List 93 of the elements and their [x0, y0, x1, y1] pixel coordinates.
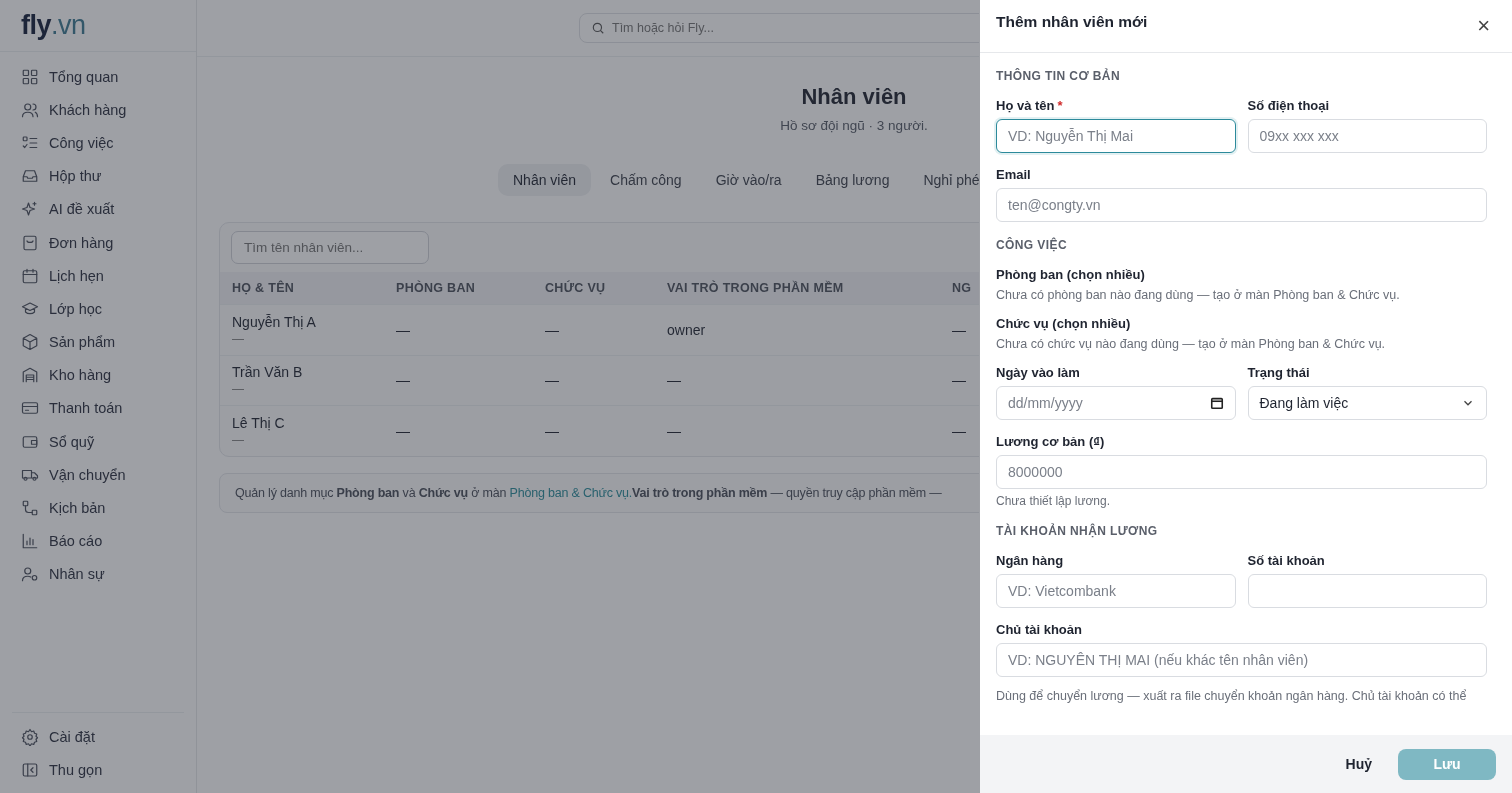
section-heading: CÔNG VIỆC: [996, 238, 1068, 252]
grid-icon: [21, 67, 39, 86]
sidebar-item[interactable]: Vận chuyển: [12, 458, 184, 492]
sidebar-item[interactable]: Đơn hàng: [12, 225, 184, 260]
sidebar-item[interactable]: Kịch bản: [12, 491, 184, 525]
tab[interactable]: Chấm công: [595, 164, 697, 196]
tab[interactable]: Giờ vào/ra: [700, 164, 797, 196]
table-cell: —: [396, 372, 410, 389]
sidebar-item[interactable]: Cài đặt: [12, 720, 184, 754]
tab[interactable]: Nghỉ phé: [908, 164, 979, 196]
sidebar-item[interactable]: Hộp thư: [12, 159, 184, 193]
employee-name: Nguyễn Thị A: [232, 313, 317, 330]
sidebar-item[interactable]: Kho hàng: [12, 358, 184, 392]
bar-chart-icon: [21, 532, 39, 551]
field-label: Số điện thoại: [1247, 98, 1331, 113]
table-cell: —: [952, 422, 966, 439]
users-icon: [21, 100, 39, 119]
table-cell: —: [545, 321, 559, 338]
table-cell: —: [545, 372, 559, 389]
field-label: Họ và tên *: [996, 98, 1064, 113]
sidebar-item[interactable]: Thu gọn: [12, 753, 184, 787]
sparkle-icon: [21, 200, 39, 219]
column-header: NG: [952, 281, 973, 295]
note-text: Quản lý danh mục Phòng ban và Chức vụ ở màn: [235, 485, 508, 500]
sidebar-item[interactable]: Công việc: [12, 126, 184, 160]
sidebar-item[interactable]: Nhân sự: [12, 557, 184, 591]
table-cell: —: [952, 321, 966, 338]
input-field[interactable]: VD: Nguyễn Thị Mai: [996, 119, 1236, 153]
required-mark: *: [1057, 98, 1063, 113]
settings-icon: [21, 728, 39, 747]
column-header: HỌ & TÊN: [231, 281, 296, 295]
tab[interactable]: Bảng lương: [800, 164, 905, 196]
help-text: Chưa có phòng ban nào đang dùng — tạo ở màn Phòng ban & Chức vụ.: [996, 288, 1401, 302]
table-cell-text: —: [232, 331, 245, 346]
table-cell: —: [952, 372, 966, 389]
help-text: Chưa có chức vụ nào đang dùng — tạo ở màn Phòng ban & Chức vụ.: [996, 337, 1387, 351]
table-cell: —: [396, 321, 410, 338]
calendar-icon: [21, 266, 39, 285]
sidebar-item[interactable]: AI đề xuất: [12, 192, 184, 226]
table-cell: —: [396, 422, 410, 439]
employee-name: Lê Thị C: [232, 414, 286, 431]
search-field[interactable]: Tìm tên nhân viên...: [231, 231, 429, 264]
field-hint: Chưa thiết lập lương.: [996, 494, 1111, 508]
page-title: Nhân viên: [801, 84, 907, 110]
sidebar-item[interactable]: Tổng quan: [12, 60, 184, 94]
search-icon: [591, 21, 605, 35]
bag-icon: [21, 233, 39, 252]
search-field[interactable]: Tìm hoặc hỏi Fly...: [579, 13, 979, 43]
sidebar-item[interactable]: Lớp học: [12, 292, 184, 326]
note-text: Vai trò trong phần mềm — quyền truy cập phần mềm —: [632, 485, 942, 500]
status-select[interactable]: Đang làm việc: [1247, 386, 1487, 420]
field-label: Email: [996, 167, 1032, 182]
sidebar-item[interactable]: Khách hàng: [12, 93, 184, 127]
sidebar-item[interactable]: Sản phẩm: [12, 325, 184, 359]
field-label: Ngày vào làm: [996, 365, 1081, 380]
field-label: Chức vụ (chọn nhiều): [996, 316, 1132, 331]
employee-name: Trần Văn B: [232, 364, 304, 381]
field-label: Số tài khoản: [1247, 553, 1326, 568]
collapse-icon: [21, 761, 39, 780]
table-cell: owner: [667, 321, 706, 338]
sidebar-item[interactable]: Lịch hẹn: [12, 259, 184, 293]
table-cell: —: [667, 372, 681, 389]
cancel-button[interactable]: Huỷ: [1339, 748, 1378, 780]
calendar-icon: [1209, 396, 1224, 410]
link[interactable]: Phòng ban & Chức vụ.: [509, 485, 633, 500]
field-label: Trạng thái: [1247, 365, 1311, 380]
sidebar-item[interactable]: Thanh toán: [12, 391, 184, 426]
page-subtitle: Hồ sơ đội ngũ · 3 người.: [780, 118, 928, 133]
warehouse-icon: [21, 366, 39, 385]
date-field[interactable]: dd/mm/yyyy: [996, 386, 1236, 420]
table-cell-text: —: [232, 382, 245, 397]
sidebar-item[interactable]: Báo cáo: [12, 524, 184, 558]
section-heading: TÀI KHOẢN NHẬN LƯƠNG: [996, 524, 1159, 538]
table-cell-text: —: [232, 432, 245, 447]
column-header: CHỨC VỤ: [545, 281, 607, 295]
field-label: Phòng ban (chọn nhiều): [996, 267, 1146, 282]
logo: fly.vn: [0, 0, 196, 52]
section-heading: THÔNG TIN CƠ BẢN: [996, 69, 1121, 83]
table-cell: —: [667, 422, 681, 439]
drawer-title: Thêm nhân viên mới: [996, 13, 1148, 31]
tab[interactable]: Nhân viên: [498, 164, 592, 196]
box-icon: [21, 333, 39, 352]
column-header: PHÒNG BAN: [396, 281, 477, 295]
sidebar-item[interactable]: Sổ quỹ: [12, 425, 184, 459]
field-label: Ngân hàng: [996, 553, 1065, 568]
column-header: VAI TRÒ TRONG PHẦN MỀM: [667, 281, 845, 295]
help-text: Dùng để chuyển lương — xuất ra file chuyển khoản ngân hàng. Chủ tài khoản có thể: [996, 689, 1468, 703]
close-button[interactable]: ×: [1471, 13, 1496, 39]
user-icon: [21, 565, 39, 584]
flow-icon: [21, 499, 39, 518]
table-cell: —: [545, 422, 559, 439]
field-label: Chủ tài khoản: [996, 622, 1083, 637]
field-label: Lương cơ bản (₫): [996, 434, 1106, 449]
